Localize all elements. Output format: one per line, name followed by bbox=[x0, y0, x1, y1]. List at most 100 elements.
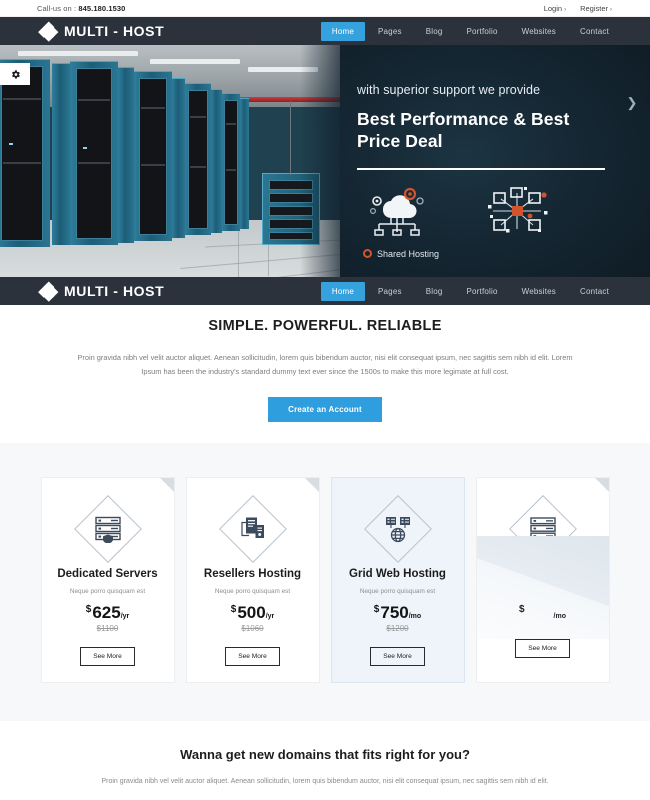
see-more-button[interactable]: See More bbox=[80, 647, 135, 667]
promo-paragraph: Proin gravida nibh vel velit auctor aliq… bbox=[101, 778, 549, 786]
ceiling-light bbox=[150, 59, 240, 64]
hero-title-line2: Price Deal bbox=[357, 131, 443, 152]
price-period: /yr bbox=[120, 613, 130, 621]
register-label: Register bbox=[580, 3, 608, 13]
tag-dot-icon bbox=[363, 249, 372, 259]
nav-menu-secondary: Home Pages Blog Portfolio Websites Conta… bbox=[320, 281, 620, 301]
card-title: Grid Web Hosting bbox=[349, 567, 446, 580]
card-price: $ /mo bbox=[487, 604, 599, 621]
card-price: $625/yr bbox=[52, 604, 164, 621]
nav2-item-blog[interactable]: Blog bbox=[415, 282, 454, 301]
server-rack bbox=[240, 98, 249, 229]
nav-item-contact[interactable]: Contact bbox=[569, 22, 620, 41]
chevron-right-icon: › bbox=[610, 6, 612, 13]
cabinet-hanger bbox=[290, 101, 291, 175]
two-servers-icon bbox=[218, 494, 287, 563]
pricing-card-resellers-hosting[interactable]: Resellers Hosting Neque porro quisquam e… bbox=[185, 476, 320, 684]
price-amount: 500 bbox=[237, 603, 266, 623]
server-rack bbox=[172, 78, 185, 238]
gear-icon[interactable] bbox=[0, 63, 30, 85]
hero-icon-row bbox=[365, 185, 650, 237]
nav-menu: Home Pages Blog Portfolio Websites Conta… bbox=[320, 21, 620, 41]
server-shield-icon bbox=[73, 494, 142, 563]
see-more-button[interactable]: See More bbox=[225, 647, 280, 667]
intro-heading: SIMPLE. POWERFUL. RELIABLE bbox=[208, 318, 442, 334]
node-network-icon bbox=[484, 185, 550, 237]
nav2-item-portfolio[interactable]: Portfolio bbox=[456, 282, 509, 301]
price-period: /mo bbox=[408, 613, 422, 621]
card-description: Neque porro quisquam est bbox=[69, 588, 146, 596]
hero-tag-label: Shared Hosting bbox=[377, 248, 440, 259]
nav2-item-home[interactable]: Home bbox=[320, 281, 365, 301]
register-link[interactable]: Register › bbox=[580, 4, 612, 13]
login-link[interactable]: Login › bbox=[544, 4, 566, 13]
carousel-next-arrow[interactable]: ❯ bbox=[625, 95, 639, 111]
call-us-label: Call-us on : bbox=[37, 3, 77, 13]
card-description: Neque porro quisquam est bbox=[214, 588, 291, 596]
hero-content: with superior support we provide Best Pe… bbox=[340, 45, 650, 290]
nav-item-home[interactable]: Home bbox=[320, 21, 365, 41]
nav2-item-pages[interactable]: Pages bbox=[367, 282, 413, 301]
intro-section: SIMPLE. POWERFUL. RELIABLE Proin gravida… bbox=[0, 290, 650, 422]
see-more-button[interactable]: See More bbox=[370, 647, 425, 667]
secondary-navbar: MULTI - HOST Home Pages Blog Portfolio W… bbox=[0, 277, 650, 305]
nav2-item-websites[interactable]: Websites bbox=[511, 282, 567, 301]
hero-carousel: with superior support we provide Best Pe… bbox=[0, 45, 650, 290]
price-amount: 625 bbox=[92, 603, 121, 623]
card-old-price: $1060 bbox=[241, 624, 264, 634]
servers-globe-icon bbox=[363, 494, 432, 563]
price-amount: 750 bbox=[380, 603, 409, 623]
server-rack bbox=[70, 61, 118, 245]
login-label: Login bbox=[543, 3, 563, 13]
card-price: $750/mo bbox=[342, 604, 454, 621]
brand-logo[interactable]: MULTI - HOST bbox=[38, 20, 165, 42]
primary-navbar: MULTI - HOST Home Pages Blog Portfolio W… bbox=[0, 17, 650, 45]
diamond-cluster-icon bbox=[38, 280, 59, 302]
corner-fold-icon bbox=[594, 477, 609, 492]
hero-tag: Shared Hosting bbox=[363, 249, 650, 259]
pricing-section: Dedicated Servers Neque porro quisquam e… bbox=[0, 442, 650, 722]
pricing-card-dedicated-servers[interactable]: Dedicated Servers Neque porro quisquam e… bbox=[40, 476, 175, 684]
card-description: Neque porro quisquam est bbox=[359, 588, 436, 596]
create-account-button[interactable]: Create an Account bbox=[268, 396, 382, 422]
currency-symbol: $ bbox=[518, 603, 525, 615]
currency-symbol: $ bbox=[85, 604, 92, 616]
diamond-cluster-icon bbox=[38, 20, 59, 42]
hero-subtitle: with superior support we provide bbox=[357, 83, 541, 97]
nav-item-portfolio[interactable]: Portfolio bbox=[456, 22, 509, 41]
server-rack bbox=[134, 71, 172, 241]
brand-logo-secondary[interactable]: MULTI - HOST bbox=[38, 280, 165, 302]
ceiling-light bbox=[18, 51, 138, 56]
card-price: $500/yr bbox=[197, 604, 309, 621]
intro-paragraph: Proin gravida nibh vel velit auctor aliq… bbox=[77, 353, 573, 377]
corner-fold-icon bbox=[159, 477, 174, 492]
nav-item-websites[interactable]: Websites bbox=[511, 22, 567, 41]
nav2-item-contact[interactable]: Contact bbox=[569, 282, 620, 301]
brand-name: MULTI - HOST bbox=[64, 23, 165, 39]
hero-divider bbox=[357, 167, 605, 170]
server-rack bbox=[52, 63, 70, 245]
cloud-network-icon bbox=[365, 185, 429, 237]
top-utility-bar: Call-us on : 845.180.1530 Login › Registe… bbox=[0, 0, 650, 17]
server-rack bbox=[211, 89, 222, 233]
price-period: /yr bbox=[265, 613, 275, 621]
phone-number[interactable]: 845.180.1530 bbox=[78, 4, 125, 13]
price-period: /mo bbox=[553, 612, 566, 620]
server-rack bbox=[222, 93, 240, 231]
pricing-card-grid-web-hosting[interactable]: Grid Web Hosting Neque porro quisquam es… bbox=[330, 476, 465, 684]
brand-name-secondary: MULTI - HOST bbox=[64, 283, 165, 299]
promo-section: Wanna get new domains that fits right fo… bbox=[0, 721, 650, 789]
nav-item-pages[interactable]: Pages bbox=[367, 22, 413, 41]
hero-title: Best Performance & Best Price Deal bbox=[357, 108, 650, 153]
photo-fade bbox=[300, 45, 340, 290]
loading-overlay bbox=[476, 535, 609, 639]
server-rack bbox=[118, 67, 134, 243]
server-rack bbox=[0, 59, 50, 247]
pricing-card-loading[interactable]: $ /mo See More bbox=[475, 476, 610, 684]
nav-item-blog[interactable]: Blog bbox=[415, 22, 454, 41]
card-title: Resellers Hosting bbox=[203, 567, 302, 580]
datacenter-photo bbox=[0, 45, 340, 290]
call-us-text: Call-us on : 845.180.1530 bbox=[37, 4, 125, 13]
see-more-button[interactable]: See More bbox=[515, 638, 570, 658]
hero-title-line1: Best Performance & Best bbox=[357, 109, 570, 129]
